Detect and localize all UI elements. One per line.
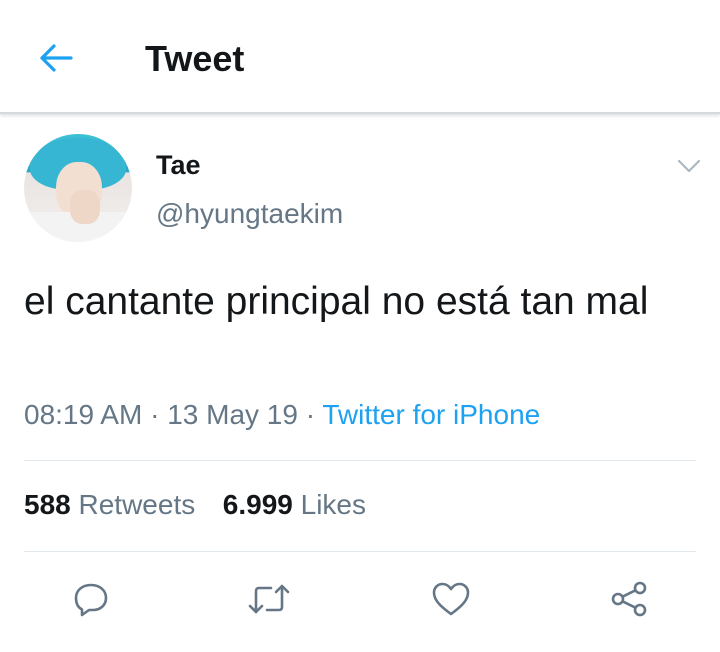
tweet-meta: 08:19 AM · 13 May 19 · Twitter for iPhon… xyxy=(24,399,540,431)
divider xyxy=(24,460,696,461)
chevron-down-icon xyxy=(677,159,701,173)
meta-separator: · xyxy=(297,399,323,430)
user-handle[interactable]: @hyungtaekim xyxy=(156,198,343,230)
share-button[interactable] xyxy=(606,576,652,622)
divider xyxy=(24,551,696,552)
tweet-text: el cantante principal no está tan mal xyxy=(24,280,649,323)
retweet-icon xyxy=(248,584,290,614)
avatar[interactable] xyxy=(24,134,132,242)
back-button[interactable] xyxy=(34,40,78,76)
reply-icon xyxy=(74,583,108,617)
reply-button[interactable] xyxy=(68,576,114,622)
tweet-options-button[interactable] xyxy=(674,153,704,179)
user-name[interactable]: Tae xyxy=(156,150,201,181)
top-bar: Tweet xyxy=(0,0,720,114)
share-icon xyxy=(611,581,647,617)
retweets-label[interactable]: Retweets xyxy=(79,489,196,520)
page-title: Tweet xyxy=(145,38,245,79)
tweet-date: 13 May 19 xyxy=(167,399,298,430)
tweet-time: 08:19 AM xyxy=(24,399,143,430)
arrow-left-icon xyxy=(40,44,73,72)
likes-label[interactable]: Likes xyxy=(301,489,366,520)
retweet-button[interactable] xyxy=(246,576,292,622)
retweets-count[interactable]: 588 xyxy=(24,489,71,520)
likes-count[interactable]: 6.999 xyxy=(223,489,293,520)
tweet-source-link[interactable]: Twitter for iPhone xyxy=(322,399,540,430)
meta-separator: · xyxy=(142,399,168,430)
like-button[interactable] xyxy=(428,576,474,622)
tweet-stats: 588 Retweets 6.999 Likes xyxy=(24,489,366,521)
heart-icon xyxy=(432,582,470,616)
